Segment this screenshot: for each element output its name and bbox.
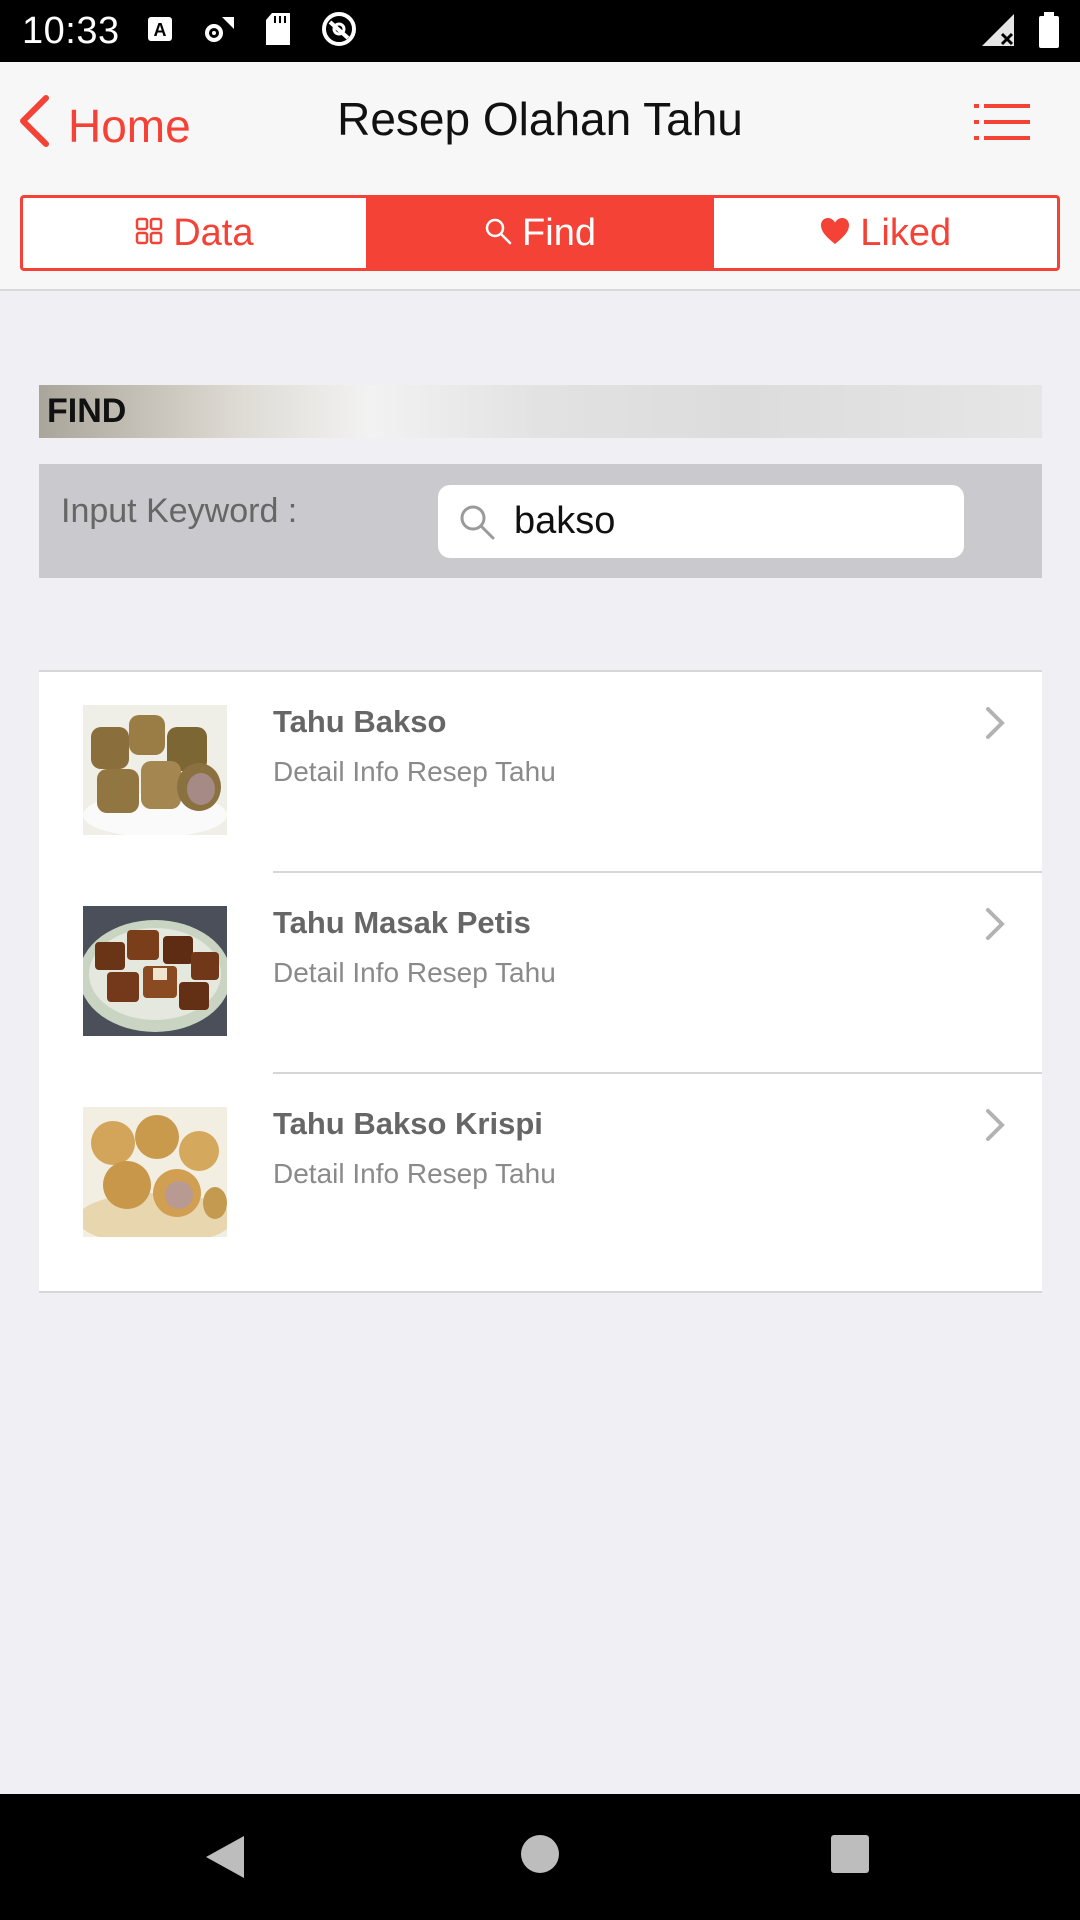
chevron-right-icon (984, 907, 1006, 946)
battery-icon (1038, 12, 1060, 53)
list-item[interactable]: Tahu Bakso Detail Info Resep Tahu (39, 672, 1042, 873)
heart-icon (820, 212, 850, 255)
tab-label: Find (522, 211, 596, 254)
back-label: Home (68, 100, 191, 152)
cell-signal-off-icon (980, 12, 1016, 53)
recipe-subtitle: Detail Info Resep Tahu (273, 1158, 556, 1189)
list-item[interactable]: Tahu Masak Petis Detail Info Resep Tahu (39, 873, 1042, 1074)
search-icon (458, 503, 496, 541)
recipe-title: Tahu Masak Petis (273, 905, 531, 940)
data-saver-icon (320, 10, 358, 53)
segmented-tabs: Data Find Liked (20, 195, 1060, 271)
svg-text:A: A (153, 20, 166, 40)
chevron-left-icon (18, 94, 50, 158)
tab-label: Liked (860, 211, 952, 254)
search-panel: Input Keyword : (39, 464, 1042, 578)
search-input[interactable] (514, 500, 934, 543)
grid-icon (135, 212, 163, 255)
tab-data[interactable]: Data (23, 198, 366, 268)
search-box[interactable] (438, 485, 964, 558)
recipe-thumbnail (83, 1107, 227, 1237)
nav-bar: Resep Olahan Tahu Home Data Find Liked (0, 62, 1080, 291)
status-bar: 10:33 A (0, 0, 1080, 62)
keyword-label: Input Keyword : (61, 492, 298, 530)
recipe-thumbnail (83, 705, 227, 835)
recipe-title: Tahu Bakso (273, 704, 447, 739)
status-time: 10:33 (22, 9, 120, 52)
home-icon[interactable] (520, 1834, 560, 1879)
menu-button[interactable] (974, 102, 1032, 146)
chevron-right-icon (984, 706, 1006, 745)
tab-liked[interactable]: Liked (711, 198, 1057, 268)
sd-card-icon (264, 12, 292, 51)
recipe-thumbnail (83, 906, 227, 1036)
recents-icon[interactable] (830, 1834, 870, 1879)
tab-find[interactable]: Find (365, 198, 712, 268)
back-button[interactable]: Home (18, 94, 191, 158)
search-icon (484, 212, 512, 255)
list-item[interactable]: Tahu Bakso Krispi Detail Info Resep Tahu (39, 1074, 1042, 1275)
settings-network-icon (202, 13, 236, 50)
chevron-right-icon (984, 1108, 1006, 1147)
tab-label: Data (173, 211, 254, 254)
system-nav-bar (0, 1794, 1080, 1920)
results-list: Tahu Bakso Detail Info Resep Tahu Tahu M… (39, 670, 1042, 1293)
list-icon (974, 104, 1032, 146)
recipe-subtitle: Detail Info Resep Tahu (273, 756, 556, 787)
back-icon[interactable] (204, 1834, 246, 1885)
recipe-title: Tahu Bakso Krispi (273, 1106, 543, 1141)
a-icon: A (146, 15, 174, 48)
recipe-subtitle: Detail Info Resep Tahu (273, 957, 556, 988)
section-header-find: FIND (39, 385, 1042, 438)
